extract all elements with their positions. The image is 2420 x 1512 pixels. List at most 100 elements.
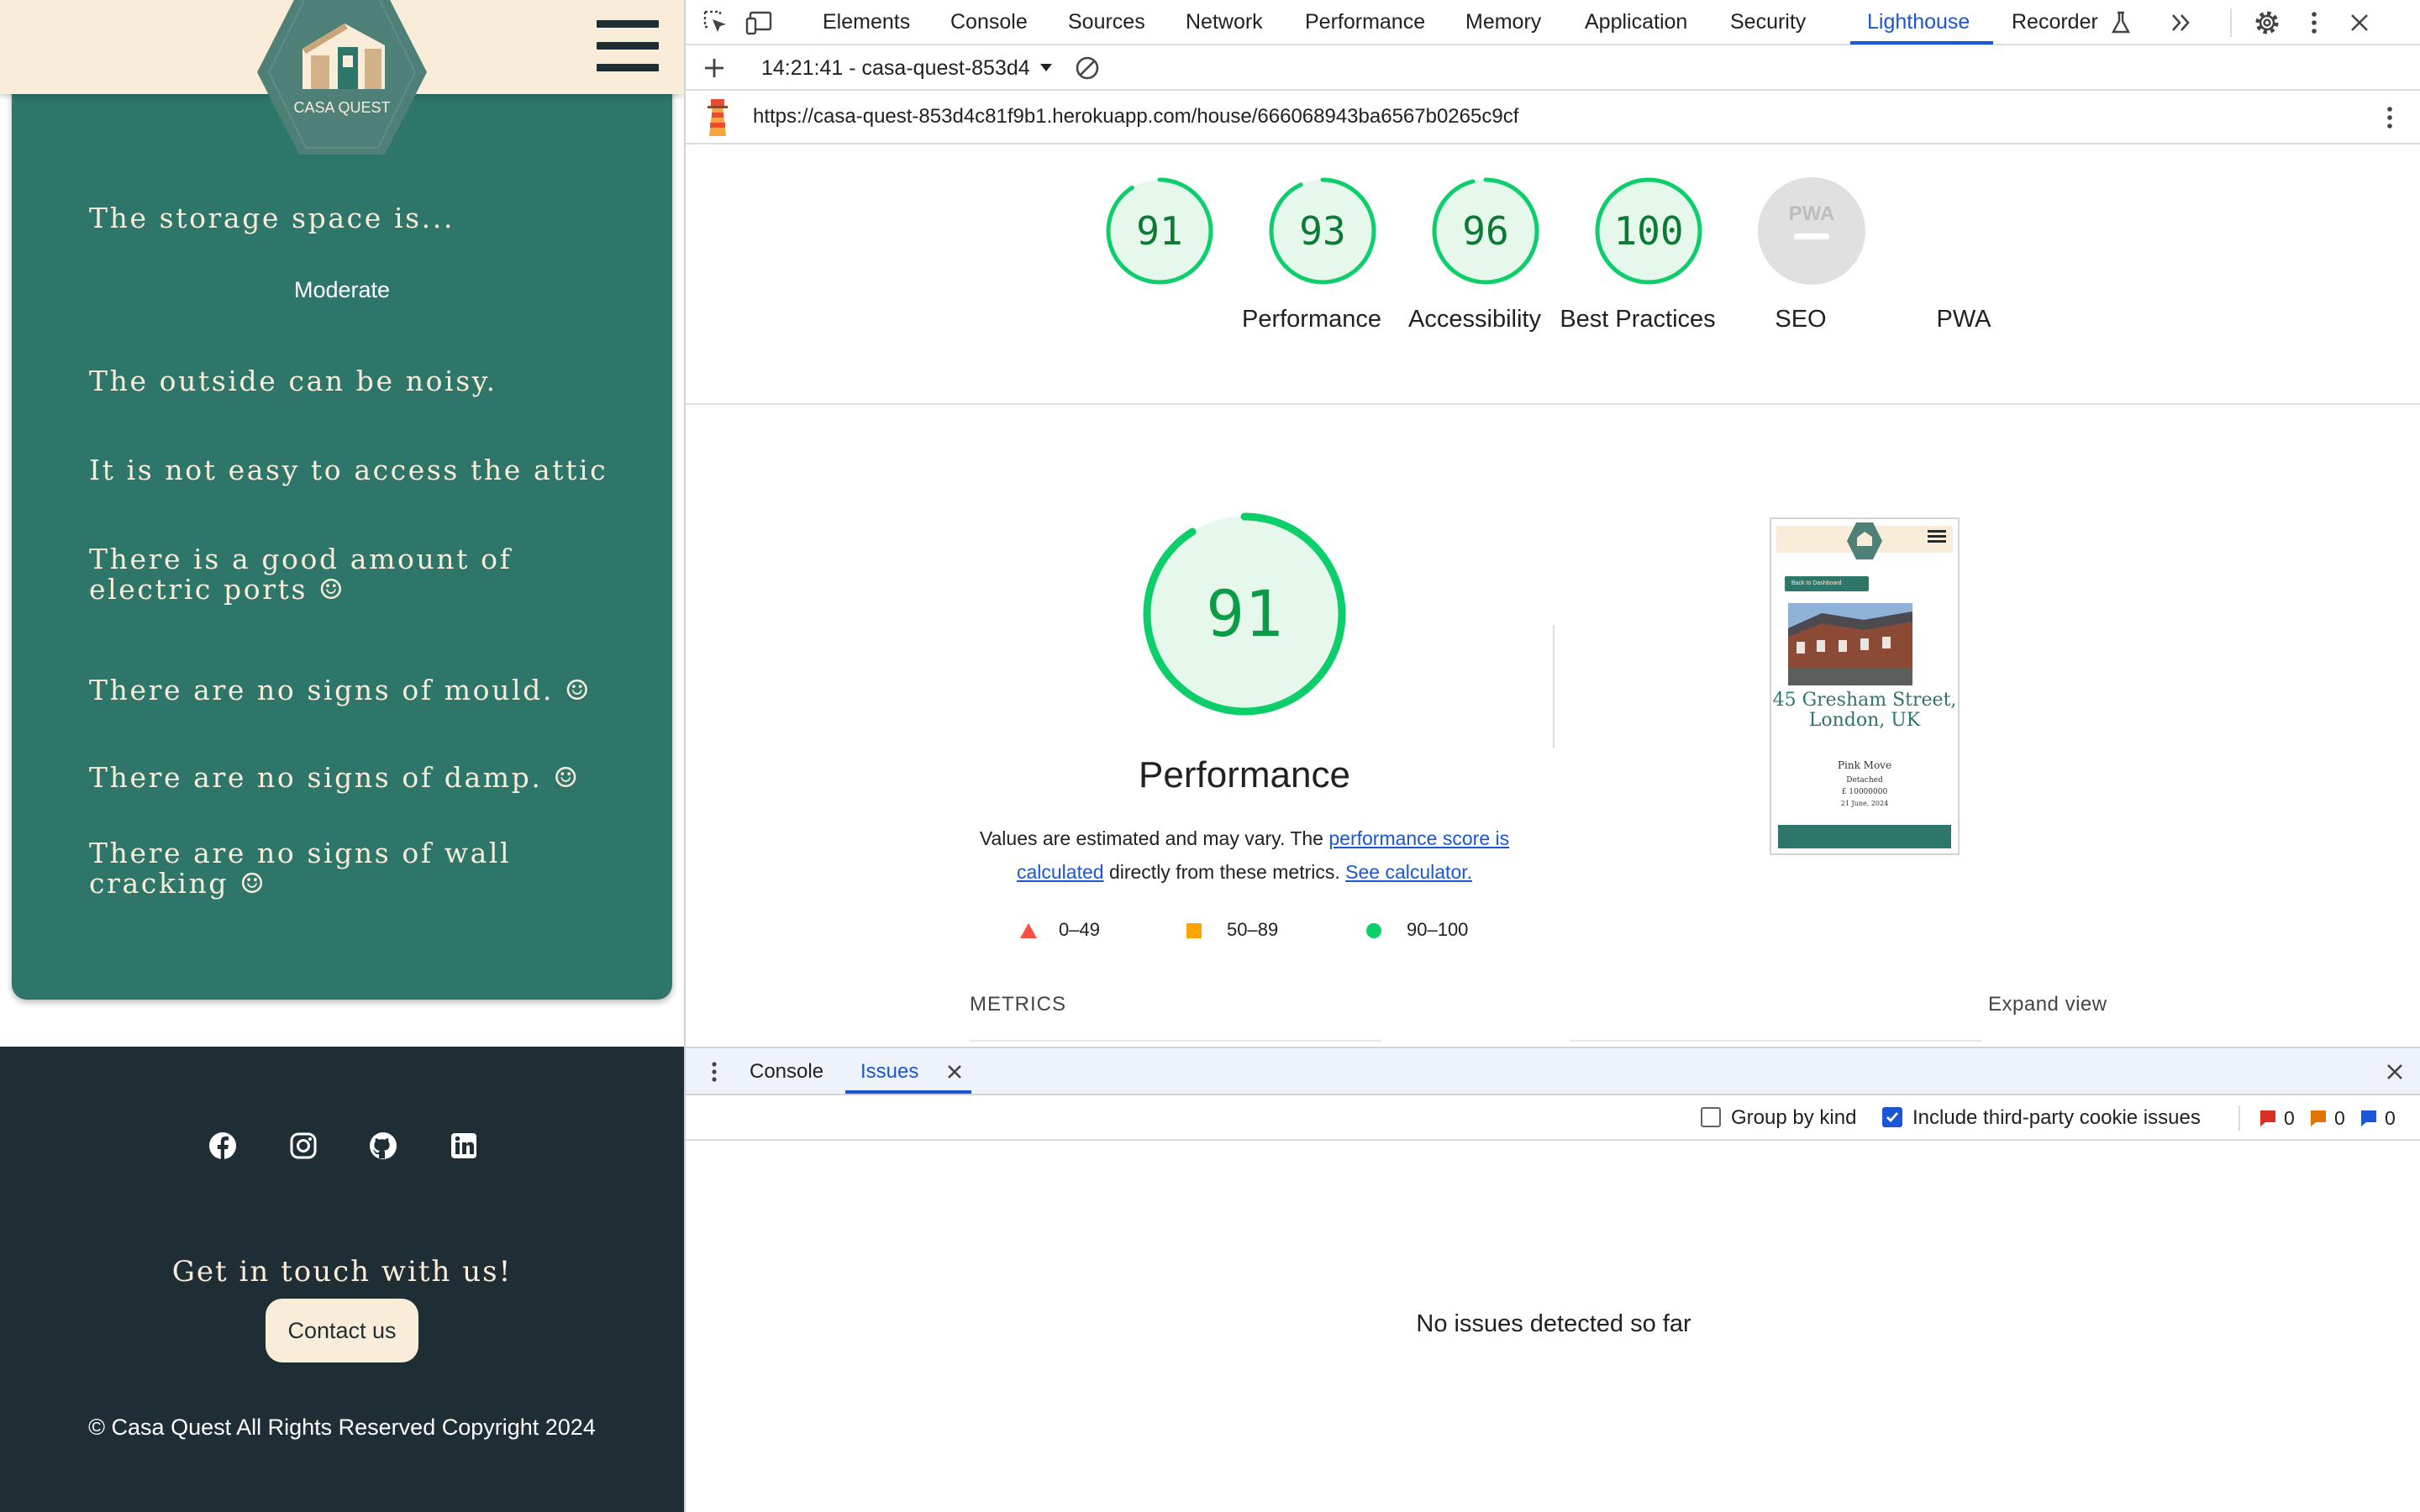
thumb-type: Detached — [1846, 776, 1883, 785]
thumb-logo — [1847, 522, 1882, 559]
desc-text: Values are estimated and may vary. The — [979, 827, 1329, 849]
performance-description: Values are estimated and may vary. The p… — [971, 822, 1518, 889]
tab-console[interactable]: Console — [950, 0, 1028, 45]
performance-title: Performance — [1139, 754, 1350, 795]
kebab-menu-icon[interactable] — [2299, 8, 2329, 38]
gauge-label-best-practices[interactable]: Best Practices — [1554, 302, 1722, 336]
drawer-tab-bar: Console Issues — [686, 1047, 2420, 1095]
flask-icon — [2111, 11, 2131, 34]
desc-text: directly from these metrics. — [1103, 861, 1346, 883]
group-by-kind-checkbox[interactable] — [1701, 1107, 1721, 1127]
report-url[interactable]: https://casa-quest-853d4c81f9b1.herokuap… — [753, 91, 1518, 144]
thumb-card-bar — [1778, 825, 1951, 848]
tab-security[interactable]: Security — [1730, 0, 1806, 45]
legend-average: 50–89 — [1227, 919, 1279, 940]
device-toolbar-icon[interactable] — [744, 8, 775, 38]
casa-quest-logo[interactable]: CASA QUEST — [257, 0, 427, 155]
thumb-address: 45 Gresham Street, London, UK — [1772, 690, 1957, 731]
info-count[interactable]: 0 — [2385, 1095, 2396, 1141]
facebook-icon[interactable] — [208, 1131, 238, 1161]
gauge-score: 100 — [1613, 208, 1684, 254]
inspection-item: There are no signs of mould. ☺ — [89, 674, 592, 706]
copyright-text: © Casa Quest All Rights Reserved Copyrig… — [88, 1415, 596, 1440]
github-icon[interactable] — [368, 1131, 398, 1161]
drawer-tab-issues[interactable]: Issues — [860, 1048, 918, 1094]
thumb-date: 21 June, 2024 — [1840, 800, 1889, 807]
info-count-icon — [2361, 1110, 2376, 1126]
gauge-label-pwa[interactable]: PWA — [1880, 302, 2048, 336]
pwa-badge-bg — [1758, 177, 1865, 285]
thumb-house-photo — [1788, 603, 1912, 685]
performance-score: 91 — [1206, 576, 1283, 651]
final-screenshot-thumbnail[interactable]: Back to Dashboard 45 Gresham Street, Lon… — [1770, 517, 1960, 855]
tab-application[interactable]: Application — [1585, 0, 1687, 45]
fail-triangle-icon — [1020, 923, 1037, 938]
pwa-dash — [1794, 234, 1829, 239]
gauge-accessibility[interactable]: 93 — [1268, 176, 1377, 286]
inspection-item: The outside can be noisy. — [89, 365, 497, 397]
lighthouse-toolbar: 14:21:41 - casa-quest-853d4 — [686, 45, 2420, 91]
tab-sources[interactable]: Sources — [1068, 0, 1145, 45]
metrics-divider — [970, 1040, 1381, 1042]
expand-view-toggle[interactable]: Expand view — [1988, 993, 2107, 1016]
instagram-icon[interactable] — [288, 1131, 318, 1161]
report-menu-icon[interactable] — [2375, 102, 2405, 133]
close-devtools-icon[interactable] — [2344, 8, 2375, 38]
more-tabs-chevron-icon[interactable] — [2166, 8, 2196, 38]
add-report-icon[interactable] — [699, 53, 729, 83]
pwa-badge-text: PWA — [1789, 202, 1835, 225]
metrics-divider — [1570, 1040, 1981, 1042]
inspection-item: There is a good amount of electric ports… — [89, 543, 513, 606]
third-party-label[interactable]: Include third-party cookie issues — [1912, 1095, 2201, 1141]
gauge-score: 93 — [1299, 208, 1346, 254]
gear-icon[interactable] — [2252, 8, 2282, 38]
gauge-label-seo[interactable]: SEO — [1717, 302, 1885, 336]
tab-lighthouse[interactable]: Lighthouse — [1867, 0, 1970, 45]
inspect-element-icon[interactable] — [701, 8, 731, 38]
thumb-back-button: Back to Dashboard — [1785, 576, 1869, 591]
thumb-price: £ 10000000 — [1841, 788, 1888, 796]
no-issues-message: No issues detected so far — [1416, 1310, 1691, 1337]
report-url-bar: https://casa-quest-853d4c81f9b1.herokuap… — [686, 91, 2420, 144]
tab-memory[interactable]: Memory — [1465, 0, 1541, 45]
legend-fail: 0–49 — [1059, 919, 1100, 940]
chevron-down-icon[interactable] — [1032, 53, 1062, 83]
devtools-tab-bar: Elements Console Sources Network Perform… — [686, 0, 2420, 45]
menu-hamburger-icon[interactable] — [597, 20, 659, 72]
get-in-touch-heading: Get in touch with us! — [171, 1255, 513, 1289]
gauge-label-performance[interactable]: Performance — [1228, 302, 1396, 336]
gauge-performance[interactable]: 91 — [1105, 176, 1214, 286]
tab-recorder[interactable]: Recorder — [2012, 0, 2098, 45]
tab-elements[interactable]: Elements — [823, 0, 910, 45]
error-count[interactable]: 0 — [2284, 1095, 2295, 1141]
linkedin-icon[interactable] — [449, 1131, 479, 1161]
warning-count-icon — [2311, 1110, 2326, 1126]
inspection-card: The storage space is... Moderate The out… — [12, 76, 672, 1000]
third-party-checkbox[interactable] — [1882, 1107, 1902, 1127]
gauge-pwa[interactable]: PWA — [1757, 176, 1866, 286]
contact-us-button[interactable]: Contact us — [266, 1299, 418, 1362]
gauge-best-practices[interactable]: 96 — [1431, 176, 1540, 286]
close-tab-icon[interactable] — [939, 1057, 970, 1087]
see-calculator-link[interactable]: See calculator. — [1345, 861, 1472, 883]
lighthouse-logo-icon — [708, 99, 728, 136]
clear-reports-icon[interactable] — [1072, 53, 1102, 83]
storage-value: Moderate — [293, 277, 391, 302]
checkmark-icon — [1886, 1112, 1899, 1123]
gauge-label-accessibility[interactable]: Accessibility — [1391, 302, 1559, 336]
tab-network[interactable]: Network — [1186, 0, 1263, 45]
group-by-kind-label[interactable]: Group by kind — [1731, 1095, 1856, 1141]
gauge-score: 96 — [1462, 208, 1509, 254]
drawer-active-indicator — [845, 1090, 971, 1094]
thumb-agent: Pink Move — [1837, 759, 1892, 771]
gauge-seo[interactable]: 100 — [1594, 176, 1703, 286]
close-drawer-icon[interactable] — [2380, 1057, 2410, 1087]
devtools-panel: Elements Console Sources Network Perform… — [684, 0, 2420, 1512]
tab-performance[interactable]: Performance — [1305, 0, 1425, 45]
report-select[interactable]: 14:21:41 - casa-quest-853d4 — [761, 45, 1032, 91]
drawer-menu-icon[interactable] — [699, 1057, 729, 1087]
site-footer: Get in touch with us! Contact us © Casa … — [0, 1047, 684, 1512]
warning-count[interactable]: 0 — [2334, 1095, 2345, 1141]
inspection-item: It is not easy to access the attic — [89, 454, 608, 486]
drawer-tab-console[interactable]: Console — [750, 1048, 823, 1094]
